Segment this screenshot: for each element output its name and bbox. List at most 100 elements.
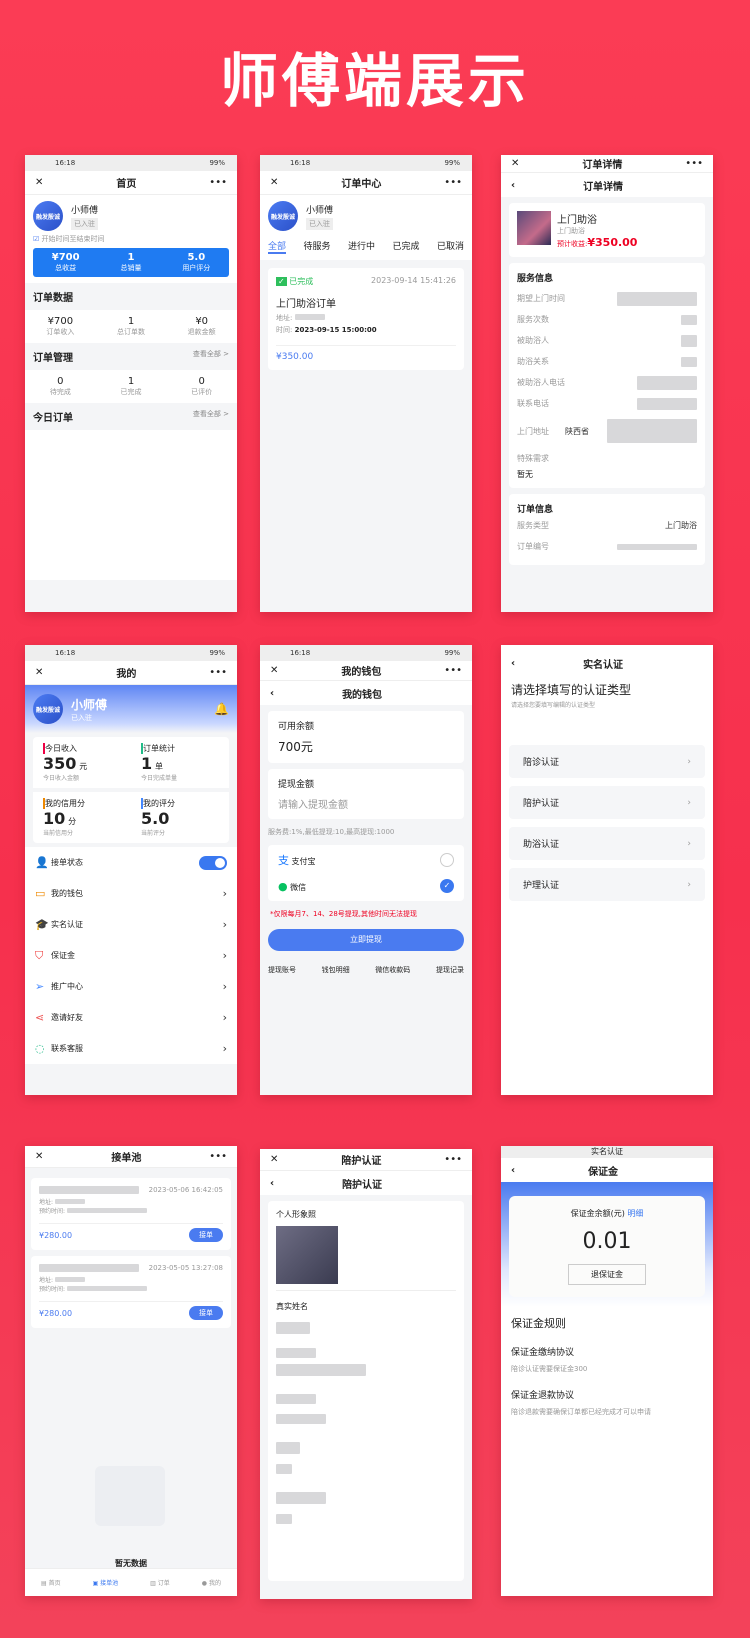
more-icon[interactable]: ••• bbox=[209, 1151, 227, 1162]
stat-card[interactable]: 今日收入 350 元今日收入金额 bbox=[33, 737, 131, 788]
summary-stats: ¥700 总收益 1 总销量 5.0 用户评分 bbox=[33, 248, 229, 277]
stat-item: ¥700 总收益 bbox=[51, 252, 80, 272]
tab-home[interactable]: ▤ 首页 bbox=[41, 1578, 61, 1587]
refund-deposit-button[interactable]: 退保证金 bbox=[568, 1264, 646, 1285]
stat-card[interactable]: 我的信用分 10 分当前信用分 bbox=[33, 788, 131, 843]
avatar[interactable]: 融发殷诚 bbox=[268, 201, 298, 231]
accept-button[interactable]: 接单 bbox=[189, 1228, 223, 1242]
link-wechat-qr[interactable]: 微信收款码 bbox=[375, 965, 410, 975]
stat-card[interactable]: 我的评分 5.0 当前评分 bbox=[131, 788, 229, 843]
nav-bar: ‹ 我的钱包 bbox=[260, 681, 472, 705]
order-card[interactable]: ✓ 已完成 2023-09-14 15:41:26 上门助浴订单 地址: 时间:… bbox=[268, 268, 464, 370]
deposit-amount: 0.01 bbox=[582, 1229, 632, 1254]
tab-all[interactable]: 全部 bbox=[268, 239, 287, 254]
more-icon[interactable]: ••• bbox=[444, 177, 462, 188]
share-icon: ⋖ bbox=[35, 1011, 45, 1024]
radio-wechat[interactable]: ✓ bbox=[440, 879, 454, 893]
menu-item-promotion[interactable]: ➢ 推广中心 › bbox=[25, 971, 237, 1002]
chevron-right-icon: › bbox=[687, 838, 691, 849]
more-icon[interactable]: ••• bbox=[444, 1154, 462, 1165]
tab-pool[interactable]: ▣ 接单池 bbox=[93, 1578, 119, 1587]
status-bar: 16:18 99% bbox=[25, 155, 237, 171]
pool-order-card[interactable]: 2023-05-05 13:27:08 地址: 预约时间: ¥280.00 接单 bbox=[31, 1256, 231, 1328]
section-title: 订单数据 bbox=[33, 293, 73, 304]
profile-photo[interactable] bbox=[276, 1226, 338, 1284]
more-icon[interactable]: ••• bbox=[444, 665, 462, 676]
menu-list: 👤 接单状态 ▭ 我的钱包 › 🎓 实名认证 › ⛉ 保证金 › ➢ 推广中心 › ⋖ 邀请好友 › … bbox=[25, 847, 237, 1064]
link-withdraw-records[interactable]: 提现记录 bbox=[436, 965, 464, 975]
list-icon: ▥ bbox=[150, 1580, 156, 1587]
phone-orders: 16:18 99% ✕ 订单中心 ••• 融发殷诚 小师傅 已入驻 全部 待服务 进行中… bbox=[260, 155, 472, 612]
avatar[interactable]: 融发殷诚 bbox=[33, 201, 63, 231]
tab-bar: ▤ 首页 ▣ 接单池 ▥ 订单 ● 我的 bbox=[25, 1568, 237, 1596]
close-icon[interactable]: ✕ bbox=[35, 667, 43, 678]
menu-item-support[interactable]: ◌ 联系客服 › bbox=[25, 1033, 237, 1064]
detail-link[interactable]: 明细 bbox=[627, 1209, 643, 1218]
section-title: 订单管理 查看全部 > bbox=[33, 349, 229, 364]
view-all-link[interactable]: 查看全部 > bbox=[193, 409, 229, 424]
phone-realname: ‹ 实名认证 请选择填写的认证类型 请选择您要填写编辑的认证类型 陪诊认证 › 陪护… bbox=[501, 645, 713, 1095]
radio-alipay[interactable] bbox=[440, 853, 454, 867]
wallet-links: 提现账号 钱包明细 微信收款码 提现记录 bbox=[260, 959, 472, 981]
chevron-right-icon: › bbox=[222, 1042, 227, 1055]
balance-card: 可用余额 700元 bbox=[268, 711, 464, 763]
status-bar: 16:18 99% bbox=[260, 645, 472, 661]
tab-completed[interactable]: 已完成 bbox=[392, 239, 419, 254]
close-icon[interactable]: ✕ bbox=[35, 1151, 43, 1162]
deposit-rules: 保证金规则 保证金缴纳协议 陪诊认证需要保证金300 保证金退款协议 陪诊退款需… bbox=[511, 1317, 651, 1416]
withdraw-amount-input[interactable]: 请输入提现金额 bbox=[278, 796, 454, 811]
tab-pending[interactable]: 待服务 bbox=[303, 239, 330, 254]
close-icon[interactable]: ✕ bbox=[511, 158, 519, 169]
alipay-icon: 支 bbox=[278, 854, 289, 867]
pay-alipay[interactable]: 支 支付宝 bbox=[278, 847, 454, 873]
home-icon: ▤ bbox=[40, 1580, 47, 1587]
headset-icon: ◌ bbox=[35, 1042, 45, 1055]
menu-item-wallet[interactable]: ▭ 我的钱包 › bbox=[25, 878, 237, 909]
close-icon[interactable]: ✕ bbox=[270, 177, 278, 188]
title-bar: ✕ 我的 ••• bbox=[25, 661, 237, 685]
menu-item-order-status[interactable]: 👤 接单状态 bbox=[25, 847, 237, 878]
pool-order-card[interactable]: 2023-05-06 16:42:05 地址: 预约时间: ¥280.00 接单 bbox=[31, 1178, 231, 1250]
close-icon[interactable]: ✕ bbox=[270, 665, 278, 676]
banner-title: 师傅端展示 bbox=[219, 47, 530, 115]
menu-item-deposit[interactable]: ⛉ 保证金 › bbox=[25, 940, 237, 971]
more-icon[interactable]: ••• bbox=[209, 177, 227, 188]
link-withdraw-account[interactable]: 提现账号 bbox=[268, 965, 296, 975]
time-toggle[interactable]: ☑ 开始时间至结束时间 bbox=[33, 234, 229, 244]
cert-item-bathing[interactable]: 助浴认证 › bbox=[509, 827, 705, 860]
checkbox-icon: ☑ bbox=[33, 235, 40, 243]
phone-order-pool: ✕ 接单池 ••• 2023-05-06 16:42:05 地址: 预约时间: ¥2… bbox=[25, 1146, 237, 1596]
close-icon[interactable]: ✕ bbox=[35, 177, 43, 188]
section-title: 今日订单 查看全部 > bbox=[33, 409, 229, 424]
accept-button[interactable]: 接单 bbox=[189, 1306, 223, 1320]
stat-card[interactable]: 订单统计 1 单今日完成单量 bbox=[131, 737, 229, 788]
cert-item-nursing-care[interactable]: 陪护认证 › bbox=[509, 786, 705, 819]
avatar[interactable]: 融发殷诚 bbox=[33, 694, 63, 724]
status-bar: 16:18 99% bbox=[260, 155, 472, 171]
link-wallet-detail[interactable]: 钱包明细 bbox=[322, 965, 350, 975]
more-icon[interactable]: ••• bbox=[209, 667, 227, 678]
order-status-toggle[interactable] bbox=[199, 855, 227, 870]
cert-item-escort[interactable]: 陪诊认证 › bbox=[509, 745, 705, 778]
deposit-header: 保证金余额(元) 明细 0.01 退保证金 bbox=[501, 1182, 713, 1307]
menu-item-invite[interactable]: ⋖ 邀请好友 › bbox=[25, 1002, 237, 1033]
view-all-link[interactable]: 查看全部 > bbox=[193, 349, 229, 364]
pay-wechat[interactable]: ● 微信 ✓ bbox=[278, 873, 454, 899]
chevron-right-icon: › bbox=[687, 879, 691, 890]
withdraw-button[interactable]: 立即提现 bbox=[268, 929, 464, 951]
profile-header: 融发殷诚 小师傅 已入驻 ☑ 开始时间至结束时间 ¥700 总收益 1 总销量 5.0… bbox=[25, 195, 237, 283]
service-info: 服务信息 期望上门时间 服务次数 被助浴人 助浴关系 被助浴人电话 联系电话 上… bbox=[509, 263, 705, 488]
tab-in-progress[interactable]: 进行中 bbox=[348, 239, 375, 254]
stat-item: 1 总销量 bbox=[120, 252, 142, 272]
more-icon[interactable]: ••• bbox=[685, 158, 703, 169]
tab-orders[interactable]: ▥ 订单 bbox=[150, 1578, 170, 1587]
tab-mine[interactable]: ● 我的 bbox=[202, 1578, 221, 1587]
payment-methods: 支 支付宝 ● 微信 ✓ bbox=[268, 845, 464, 901]
cert-item-nursing[interactable]: 护理认证 › bbox=[509, 868, 705, 901]
bell-icon[interactable]: 🔔 bbox=[214, 702, 229, 716]
close-icon[interactable]: ✕ bbox=[270, 1154, 278, 1165]
menu-item-realname[interactable]: 🎓 实名认证 › bbox=[25, 909, 237, 940]
user-icon: 👤 bbox=[35, 856, 49, 869]
tab-cancelled[interactable]: 已取消 bbox=[437, 239, 464, 254]
order-tabs: 全部 待服务 进行中 已完成 已取消 bbox=[268, 239, 464, 254]
